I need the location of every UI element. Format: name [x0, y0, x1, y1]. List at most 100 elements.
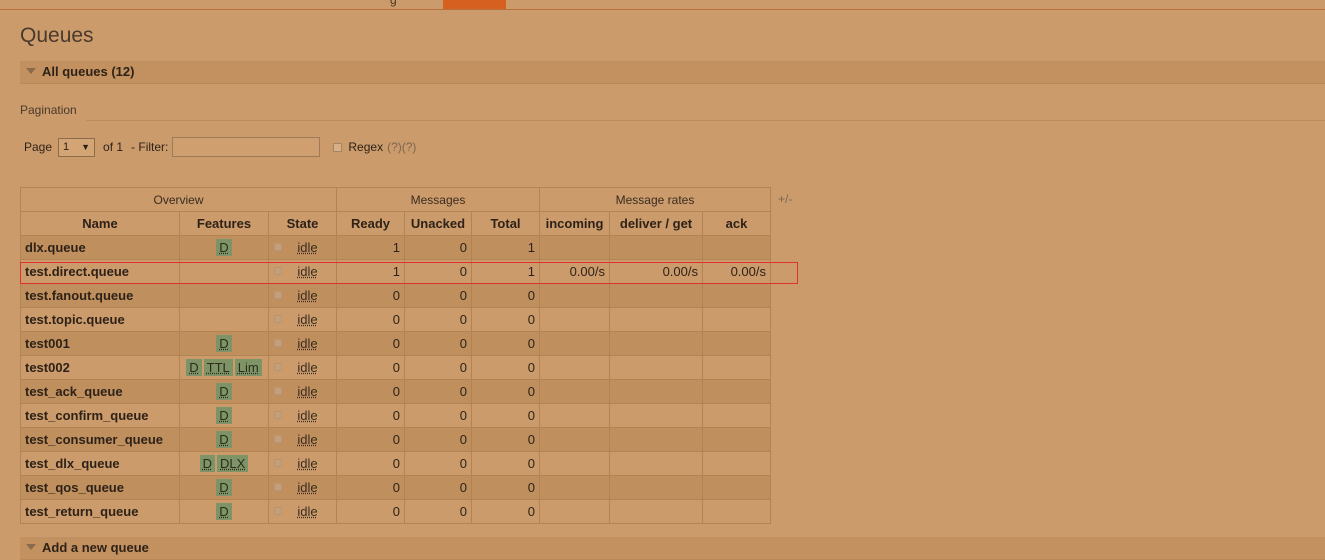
queue-name-link[interactable]: test_qos_queue	[20, 475, 180, 500]
incoming-rate	[539, 307, 610, 332]
queue-name-link[interactable]: test.direct.queue	[20, 259, 180, 284]
state-indicator-icon	[274, 435, 282, 443]
queue-name-link[interactable]: dlx.queue	[20, 235, 180, 260]
state-text: idle	[297, 312, 318, 327]
table-row[interactable]: dlx.queue Didle 1 0 1	[20, 235, 771, 260]
table-row[interactable]: test_consumer_queue Didle 0 0 0	[20, 427, 771, 452]
deliver-get-rate	[609, 331, 703, 356]
state-text: idle	[297, 288, 318, 303]
table-row[interactable]: test.direct.queue idle 1 0 1 0.00/s 0.00/s 0.00…	[20, 259, 771, 284]
unacked-count: 0	[404, 499, 472, 524]
state-text: idle	[297, 240, 318, 255]
state-cell: idle	[268, 259, 337, 284]
group-header-messages: Messages	[336, 187, 540, 212]
column-header-name[interactable]: Name	[20, 211, 180, 236]
column-header-total[interactable]: Total	[471, 211, 540, 236]
regex-label: Regex	[348, 140, 384, 154]
total-count: 0	[471, 307, 540, 332]
table-row[interactable]: test002 D TTL Lim idle 0 0 0	[20, 355, 771, 380]
add-queue-section-toggle[interactable]: Add a new queue	[20, 537, 1325, 560]
pager-controls: Page 1 ▼ of 1 - Filter: Regex (?) (?)	[24, 137, 416, 157]
state-indicator-icon	[274, 507, 282, 515]
unacked-count: 0	[404, 259, 472, 284]
regex-checkbox[interactable]	[333, 142, 343, 152]
features-cell: D	[179, 403, 269, 428]
queue-name-link[interactable]: test_confirm_queue	[20, 403, 180, 428]
table-row[interactable]: test_confirm_queue Didle 0 0 0	[20, 403, 771, 428]
ready-count: 0	[336, 355, 405, 380]
ready-count: 1	[336, 259, 405, 284]
queue-name-link[interactable]: test_return_queue	[20, 499, 180, 524]
ready-count: 0	[336, 379, 405, 404]
total-count: 0	[471, 427, 540, 452]
incoming-rate	[539, 235, 610, 260]
state-indicator-icon	[274, 267, 282, 275]
features-cell: D	[179, 235, 269, 260]
state-text: idle	[297, 480, 318, 495]
ack-rate: 0.00/s	[702, 259, 771, 284]
ready-count: 0	[336, 331, 405, 356]
deliver-get-rate	[609, 235, 703, 260]
nav-tab-queues-active[interactable]	[443, 0, 506, 9]
column-header-unacked[interactable]: Unacked	[404, 211, 472, 236]
ack-rate	[702, 403, 771, 428]
deliver-get-rate	[609, 475, 703, 500]
page-title: Queues	[20, 24, 94, 47]
column-header-ready[interactable]: Ready	[336, 211, 405, 236]
queue-name-link[interactable]: test_consumer_queue	[20, 427, 180, 452]
table-row[interactable]: test.topic.queue idle 0 0 0	[20, 307, 771, 332]
ready-count: 1	[336, 235, 405, 260]
unacked-count: 0	[404, 283, 472, 308]
state-text: idle	[297, 264, 318, 279]
queue-name-link[interactable]: test001	[20, 331, 180, 356]
state-cell: idle	[268, 283, 337, 308]
column-toggle-link[interactable]: +/-	[778, 192, 792, 206]
features-cell: D	[179, 331, 269, 356]
incoming-rate	[539, 403, 610, 428]
feature-badge: D	[216, 383, 232, 400]
deliver-get-rate	[609, 307, 703, 332]
page-select[interactable]: 1 ▼	[58, 137, 96, 157]
feature-badge: D	[216, 407, 232, 424]
ack-rate	[702, 499, 771, 524]
incoming-rate: 0.00/s	[539, 259, 610, 284]
incoming-rate	[539, 427, 610, 452]
table-row[interactable]: test001 Didle 0 0 0	[20, 331, 771, 356]
ack-rate	[702, 235, 771, 260]
table-row[interactable]: test_ack_queue Didle 0 0 0	[20, 379, 771, 404]
queue-name-link[interactable]: test_ack_queue	[20, 379, 180, 404]
column-header-ack[interactable]: ack	[702, 211, 771, 236]
feature-badge: D	[216, 479, 232, 496]
features-cell: D TTL Lim	[179, 355, 269, 380]
filter-input[interactable]	[172, 137, 321, 157]
queue-name-link[interactable]: test_dlx_queue	[20, 451, 180, 476]
total-count: 0	[471, 499, 540, 524]
column-header-deliver-get[interactable]: deliver / get	[609, 211, 703, 236]
deliver-get-rate: 0.00/s	[609, 259, 703, 284]
table-row[interactable]: test_dlx_queue D DLX idle 0 0 0	[20, 451, 771, 476]
all-queues-section-toggle[interactable]: All queues (12)	[20, 61, 1325, 84]
unacked-count: 0	[404, 451, 472, 476]
table-row[interactable]: test_return_queue Didle 0 0 0	[20, 499, 771, 524]
total-count: 0	[471, 331, 540, 356]
queue-name-link[interactable]: test.topic.queue	[20, 307, 180, 332]
state-indicator-icon	[274, 411, 282, 419]
state-indicator-icon	[274, 339, 282, 347]
nav-tab-partial[interactable]: g	[390, 0, 397, 7]
incoming-rate	[539, 355, 610, 380]
queue-name-link[interactable]: test.fanout.queue	[20, 283, 180, 308]
total-count: 0	[471, 379, 540, 404]
column-header-incoming[interactable]: incoming	[539, 211, 610, 236]
state-text: idle	[297, 408, 318, 423]
ack-rate	[702, 475, 771, 500]
column-header-state[interactable]: State	[268, 211, 337, 236]
state-cell: idle	[268, 307, 337, 332]
regex-help-link-2[interactable]: (?)	[402, 140, 417, 154]
regex-help-link[interactable]: (?)	[387, 140, 402, 154]
features-cell: D	[179, 499, 269, 524]
queues-table: Overview Messages Message rates Name Fea…	[20, 187, 771, 524]
unacked-count: 0	[404, 427, 472, 452]
queue-name-link[interactable]: test002	[20, 355, 180, 380]
table-row[interactable]: test_qos_queue Didle 0 0 0	[20, 475, 771, 500]
table-row[interactable]: test.fanout.queue idle 0 0 0	[20, 283, 771, 308]
